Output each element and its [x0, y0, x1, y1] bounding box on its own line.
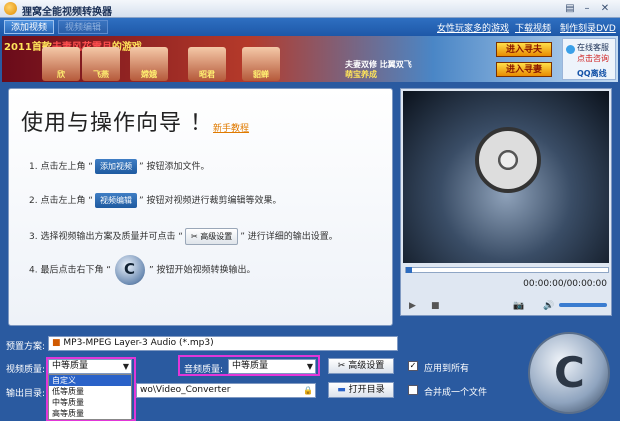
mp3-icon: ■	[52, 338, 64, 348]
seek-bar[interactable]	[405, 267, 609, 273]
open-folder-button[interactable]: ▬ 打开目录	[328, 382, 394, 398]
video-quality-select[interactable]: 中等质量 ▼	[48, 359, 132, 374]
convert-small-icon[interactable]	[114, 255, 145, 285]
merge-checkbox[interactable]	[408, 385, 418, 395]
video-edit-chip[interactable]: 视频编辑	[94, 193, 137, 208]
lock-icon: 🔒	[303, 386, 313, 395]
video-quality-dropdown: 自定义 低等质量 中等质量 高等质量	[48, 374, 132, 420]
preview-screen	[403, 91, 609, 263]
enter-wife-button[interactable]: 进入寻妻	[496, 62, 552, 77]
tab-row: 添加视频 视频编辑 女性玩家多的游戏 下载视频 制作刻录DVD	[0, 18, 620, 36]
link-burn-dvd[interactable]: 制作刻录DVD	[560, 21, 616, 34]
tab-video-edit[interactable]: 视频编辑	[58, 20, 109, 34]
app-window: 狸窝全能视频转换器 ▤ – ✕ 添加视频 视频编辑 女性玩家多的游戏 下载视频 …	[0, 0, 620, 421]
audio-quality-select[interactable]: 中等质量 ▼	[228, 359, 316, 374]
output-dir-label: 输出目录:	[6, 389, 46, 399]
tools-icon: ✂	[337, 361, 349, 371]
output-dir-field[interactable]: wo\Video_Converter 🔒	[136, 383, 316, 398]
ad-banner[interactable]: 2011首款夫妻风花雪月的游戏 欣 飞燕 嫦娥 昭君 貂蝉 夫妻双修 比翼双飞 …	[2, 36, 618, 82]
tutorial-link[interactable]: 新手教程	[213, 121, 249, 134]
menu-icon[interactable]: ▤	[563, 2, 577, 15]
audio-quality-label: 音频质量:	[184, 365, 224, 375]
portrait-4: 昭君	[188, 47, 226, 81]
portrait-3: 嫦娥	[130, 47, 168, 81]
apply-all-checkbox[interactable]: ✓	[408, 361, 418, 371]
preset-select[interactable]: ■ MP3-MPEG Layer-3 Audio (*.mp3)	[48, 336, 398, 351]
preview-player: 00:00:00/00:00:00 ▶ ■ 📷 🔊	[400, 88, 612, 316]
chevron-down-icon: ▼	[306, 362, 313, 371]
volume-slider[interactable]	[559, 303, 607, 307]
snapshot-icon[interactable]: 📷	[513, 301, 524, 311]
add-video-chip[interactable]: 添加视频	[94, 159, 137, 174]
seek-knob[interactable]	[406, 267, 412, 273]
usage-guide-panel: 使用与操作向导 ！ 新手教程 1. 点击左上角 “添加视频” 按钮添加文件。 2…	[8, 88, 393, 326]
volume-icon[interactable]: 🔊	[543, 301, 554, 311]
time-display: 00:00:00/00:00:00	[523, 279, 607, 289]
portrait-5: 貂蝉	[242, 47, 280, 81]
portrait-1: 欣	[42, 47, 80, 81]
step-2: 2. 点击左上角 “视频编辑” 按钮对视频进行裁剪编辑等效果。	[29, 193, 282, 208]
chevron-down-icon: ▼	[122, 362, 129, 371]
advanced-settings-chip[interactable]: ✂ 高级设置	[184, 228, 239, 245]
online-service-box[interactable]: 在线客服 点击咨询 QQ离线	[562, 38, 616, 80]
film-reel-icon	[475, 127, 541, 193]
apply-all-label: 应用到所有	[424, 364, 470, 374]
step-4: 4. 最后点击右下角 “” 按钮开始视频转换输出。	[29, 255, 256, 285]
portrait-2: 飞燕	[82, 47, 120, 81]
close-icon[interactable]: ✕	[598, 2, 612, 15]
preset-label: 预置方案:	[6, 342, 46, 352]
tab-add-video[interactable]: 添加视频	[4, 20, 55, 34]
advanced-settings-button[interactable]: ✂ 高级设置	[328, 358, 394, 374]
minimize-icon[interactable]: –	[580, 2, 594, 15]
app-logo-icon	[4, 2, 17, 15]
option-low[interactable]: 低等质量	[49, 386, 131, 397]
step-3: 3. 选择视频输出方案及质量并可点击 “✂ 高级设置” 进行详细的输出设置。	[29, 228, 338, 245]
option-high[interactable]: 高等质量	[49, 408, 131, 419]
link-download-video[interactable]: 下载视频	[515, 21, 551, 34]
banner-mid-text-2: 萌宝养成	[345, 70, 377, 79]
stop-icon[interactable]: ■	[431, 301, 440, 311]
step-1: 1. 点击左上角 “添加视频” 按钮添加文件。	[29, 159, 210, 174]
option-custom[interactable]: 自定义	[49, 375, 131, 386]
service-icon	[566, 45, 575, 54]
video-quality-label: 视频质量:	[6, 365, 46, 375]
merge-label: 合并成一个文件	[424, 388, 488, 398]
folder-icon: ▬	[337, 385, 349, 395]
tools-icon: ✂	[190, 232, 201, 241]
title-bar: 狸窝全能视频转换器 ▤ – ✕	[0, 0, 620, 18]
link-female-games[interactable]: 女性玩家多的游戏	[437, 21, 509, 34]
enter-husband-button[interactable]: 进入寻夫	[496, 42, 552, 57]
play-icon[interactable]: ▶	[409, 301, 416, 311]
guide-title: 使用与操作向导 ！	[21, 111, 213, 136]
convert-button[interactable]	[528, 332, 610, 414]
window-title: 狸窝全能视频转换器	[22, 7, 112, 18]
option-medium[interactable]: 中等质量	[49, 397, 131, 408]
